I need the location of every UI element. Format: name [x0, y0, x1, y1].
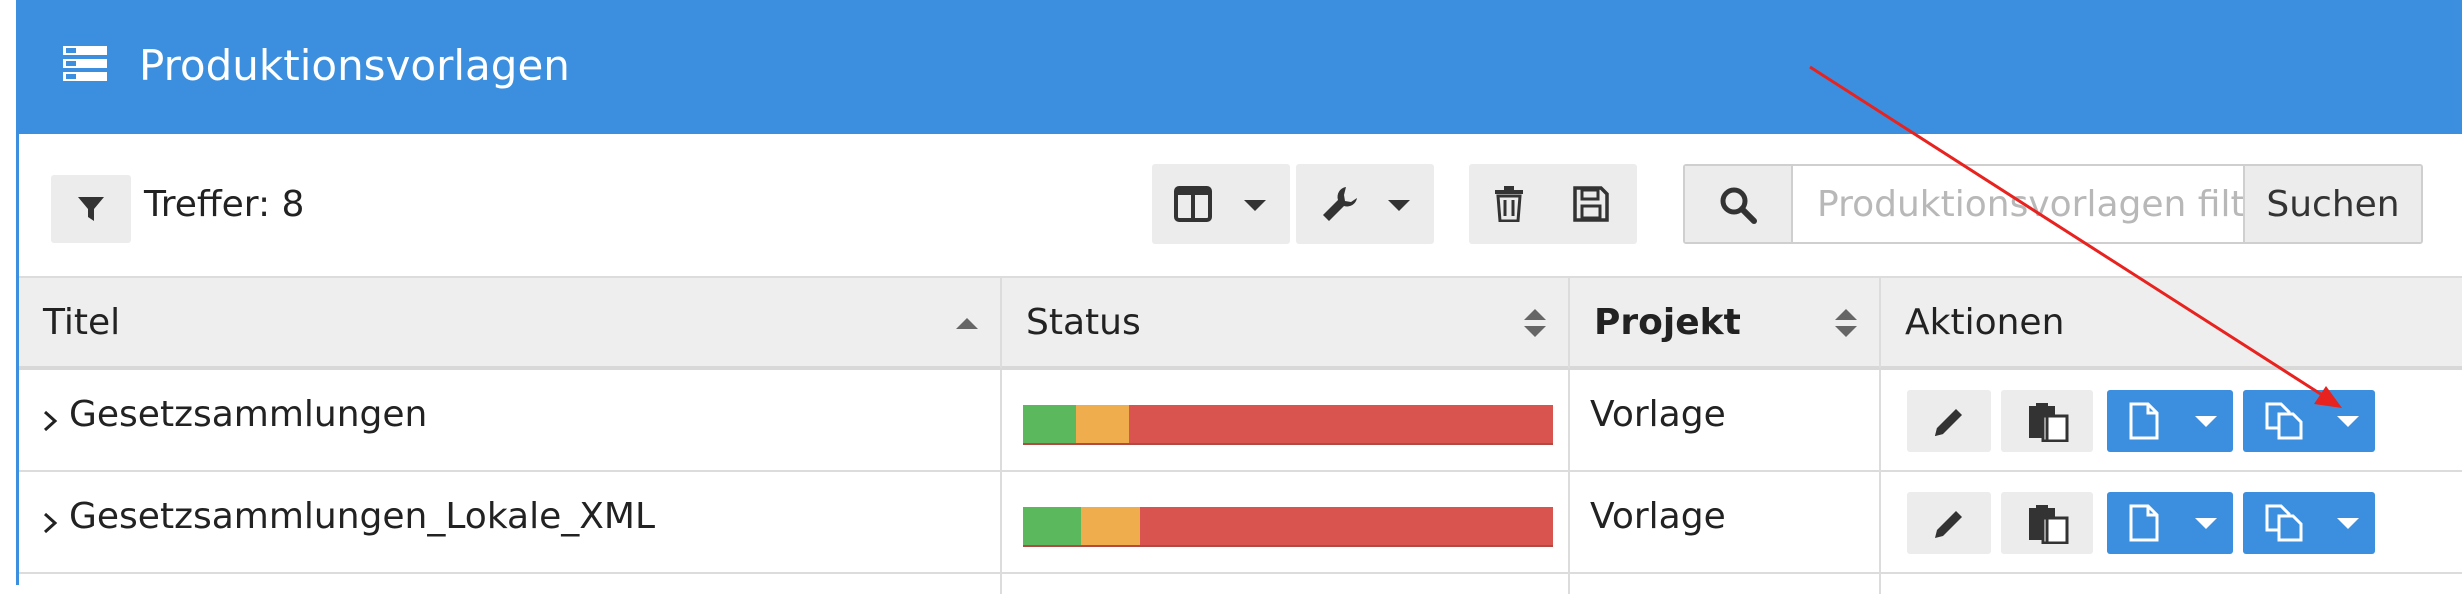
caret-down-icon: [2195, 416, 2217, 427]
column-label: Titel: [43, 302, 121, 343]
toolbar: Treffer: 8 Produktionsvorlagen filtern S…: [19, 134, 2462, 276]
column-header-status[interactable]: Status: [1002, 278, 1570, 368]
new-document-dropdown-button[interactable]: [2107, 390, 2233, 452]
trash-icon[interactable]: [1493, 186, 1525, 222]
search-group: Suchen: [1683, 164, 2423, 244]
row-title[interactable]: Gesetzsammlungen: [69, 390, 427, 440]
wrench-icon: [1323, 187, 1357, 221]
cell-title: Gesetzsammlungen_Lokale_XML: [19, 472, 1002, 572]
filter-button[interactable]: [51, 175, 131, 243]
cell-project: [1570, 574, 1881, 594]
list-icon: [63, 46, 107, 81]
table-header: Titel Status Projekt Aktionen: [19, 276, 2462, 370]
column-header-titel[interactable]: Titel: [19, 278, 1002, 368]
sort-both-icon: [1835, 278, 1857, 368]
status-progress: [1023, 507, 1553, 547]
page-title: Produktionsvorlagen: [139, 41, 570, 90]
progress-green: [1023, 507, 1082, 545]
progress-orange: [1076, 405, 1129, 443]
search-icon: [1720, 187, 1757, 224]
bulk-actions-group: [1469, 164, 1637, 244]
copy-button[interactable]: [2001, 390, 2093, 452]
column-header-projekt[interactable]: Projekt: [1570, 278, 1881, 368]
cell-project: Vorlage: [1570, 370, 1881, 470]
column-header-aktionen: Aktionen: [1881, 278, 2462, 368]
caret-down-icon: [1388, 200, 1410, 211]
column-label: Status: [1026, 302, 1141, 343]
columns-icon: [1174, 186, 1212, 222]
progress-green: [1023, 405, 1076, 443]
caret-down-icon: [2337, 518, 2359, 529]
copy-files-icon: [2265, 402, 2303, 440]
search-button[interactable]: Suchen: [2243, 166, 2421, 242]
filter-icon: [78, 197, 104, 221]
search-input[interactable]: [1793, 166, 2245, 242]
file-icon: [2129, 504, 2159, 542]
cell-title: Gesetzsammlungen: [19, 370, 1002, 470]
cell-title: [19, 574, 1002, 594]
chevron-right-icon[interactable]: [41, 512, 59, 534]
table-row: [19, 574, 2462, 594]
duplicate-dropdown-button[interactable]: [2243, 492, 2375, 554]
edit-button[interactable]: [1907, 492, 1991, 554]
duplicate-dropdown-button[interactable]: [2243, 390, 2375, 452]
chevron-right-icon[interactable]: [41, 410, 59, 432]
edit-button[interactable]: [1907, 390, 1991, 452]
sort-asc-icon: [956, 278, 978, 368]
save-icon[interactable]: [1573, 186, 1609, 222]
file-icon: [2129, 402, 2159, 440]
pencil-icon: [1935, 409, 1962, 436]
progress-red: [1129, 405, 1553, 443]
progress-orange: [1081, 507, 1140, 545]
panel-header: Produktionsvorlagen: [19, 0, 2462, 134]
sort-both-icon: [1524, 278, 1546, 368]
table-row: Gesetzsammlungen_Lokale_XML Vorlage: [19, 472, 2462, 574]
cell-actions: [1881, 370, 2462, 470]
clipboard-copy-icon: [2029, 403, 2069, 442]
pencil-icon: [1935, 511, 1962, 538]
copy-files-icon: [2265, 504, 2303, 542]
cell-project: Vorlage: [1570, 472, 1881, 572]
progress-red: [1139, 507, 1553, 545]
project-name: Vorlage: [1590, 394, 1726, 435]
cell-status: [1002, 574, 1570, 594]
main-panel: Produktionsvorlagen Treffer: 8 Produktio…: [16, 0, 2462, 594]
new-document-dropdown-button[interactable]: [2107, 492, 2233, 554]
clipboard-copy-icon: [2029, 505, 2069, 544]
tools-dropdown-button[interactable]: [1296, 164, 1434, 244]
copy-button[interactable]: [2001, 492, 2093, 554]
cell-status: [1002, 472, 1570, 572]
project-name: Vorlage: [1590, 496, 1726, 537]
row-title[interactable]: Gesetzsammlungen_Lokale_XML: [69, 492, 655, 542]
cell-status: [1002, 370, 1570, 470]
column-label: Aktionen: [1905, 302, 2065, 343]
column-label: Projekt: [1594, 302, 1741, 343]
cell-actions: [1881, 472, 2462, 572]
columns-dropdown-button[interactable]: [1152, 164, 1290, 244]
search-icon-box[interactable]: [1685, 166, 1793, 242]
table-row: Gesetzsammlungen Vorlage: [19, 370, 2462, 472]
caret-down-icon: [1244, 200, 1266, 211]
hits-count: Treffer: 8: [144, 184, 305, 225]
status-progress: [1023, 405, 1553, 445]
caret-down-icon: [2337, 416, 2359, 427]
caret-down-icon: [2195, 518, 2217, 529]
